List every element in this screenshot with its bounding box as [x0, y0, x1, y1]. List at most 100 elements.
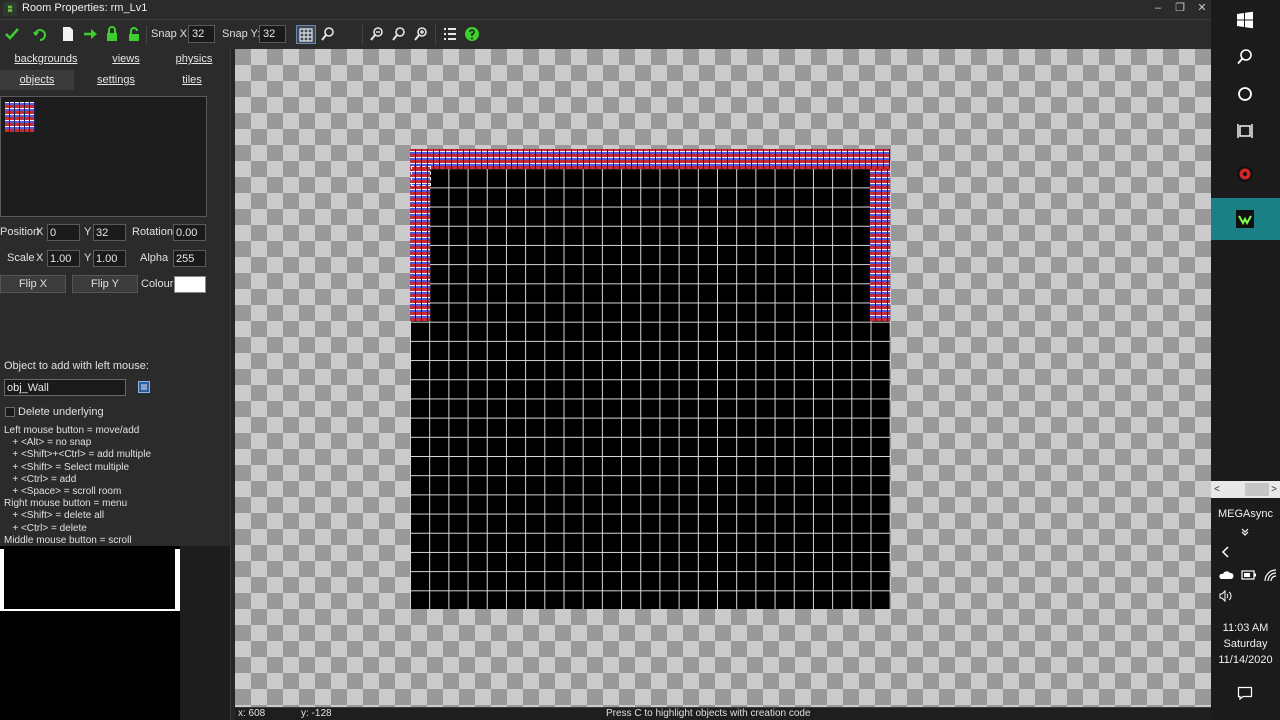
- zoom-reset-icon[interactable]: [391, 26, 407, 42]
- object-menu-icon[interactable]: [138, 381, 150, 393]
- scale-label: Scale: [7, 252, 35, 264]
- flip-y-button[interactable]: Flip Y: [72, 275, 138, 293]
- tray-scrollbar[interactable]: < >: [1211, 481, 1280, 498]
- chevron-down-icon[interactable]: [1239, 526, 1251, 538]
- scale-y-input[interactable]: [93, 250, 126, 267]
- snap-y-input[interactable]: [259, 25, 286, 43]
- status-bar: x: 608 y: -128 Press C to highlight obje…: [235, 707, 1211, 720]
- close-button[interactable]: ✕: [1192, 1, 1212, 16]
- help-line: Left mouse button = move/add: [4, 425, 140, 436]
- room-preview[interactable]: [0, 546, 230, 720]
- shift-room-icon[interactable]: [82, 26, 98, 42]
- flip-x-button[interactable]: Flip X: [0, 275, 66, 293]
- toolbar-separator: [435, 25, 436, 45]
- megasync-label[interactable]: MEGAsync: [1211, 508, 1280, 520]
- properties-panel: backgrounds views physics objects settin…: [0, 49, 230, 720]
- battery-icon[interactable]: [1241, 569, 1257, 581]
- help-line: + <Shift> = Select multiple: [4, 461, 130, 473]
- tab-objects[interactable]: objects: [0, 70, 74, 90]
- wifi-icon[interactable]: [1263, 568, 1277, 582]
- position-x-label: X: [36, 226, 44, 238]
- zoom-in-icon[interactable]: [413, 26, 429, 42]
- gamemaker-taskbar-icon[interactable]: [1211, 198, 1280, 240]
- wall-instance-right[interactable]: [870, 169, 890, 321]
- tab-backgrounds[interactable]: backgrounds: [4, 49, 88, 69]
- mouse-help-text: Left mouse button = move/add + <Alt> = n…: [4, 425, 228, 545]
- position-y-label: Y: [84, 226, 92, 238]
- colour-label: Colour: [141, 278, 174, 290]
- unlock-icon[interactable]: [126, 26, 142, 42]
- windows-taskbar: < > MEGAsync 11:03 AM Saturday 11/14/202…: [1211, 0, 1280, 720]
- tab-tiles[interactable]: tiles: [156, 70, 228, 90]
- position-y-input[interactable]: [93, 224, 126, 241]
- room-area[interactable]: [410, 149, 890, 609]
- lock-icon[interactable]: [104, 26, 120, 42]
- search-icon[interactable]: [1211, 37, 1280, 77]
- tray-scroll-right[interactable]: >: [1268, 481, 1280, 498]
- snap-x-label: Snap X:: [151, 28, 191, 40]
- window-title: Room Properties: rm_Lv1: [22, 2, 148, 14]
- scale-y-label: Y: [84, 252, 92, 264]
- toolbar-separator: [362, 25, 363, 45]
- mouse-x-readout: x: 608: [238, 708, 266, 719]
- scale-x-input[interactable]: [47, 250, 80, 267]
- app-red-icon[interactable]: [1211, 154, 1280, 194]
- undo-icon[interactable]: [32, 26, 48, 42]
- ok-checkmark-icon[interactable]: [4, 26, 20, 42]
- chevron-left-icon[interactable]: [1219, 545, 1233, 559]
- gm-logo-icon: ʬ: [3, 2, 17, 16]
- room-object-list[interactable]: [0, 96, 207, 217]
- onedrive-cloud-icon[interactable]: [1218, 569, 1234, 581]
- position-x-input[interactable]: [47, 224, 80, 241]
- toolbar: Snap X: Snap Y:: [0, 19, 1211, 49]
- tab-physics[interactable]: physics: [160, 49, 228, 69]
- title-bar: ʬ Room Properties: rm_Lv1 – ❐ ✕: [0, 0, 1211, 19]
- cortana-icon[interactable]: [1211, 74, 1280, 114]
- zoom-dropdown-icon[interactable]: [320, 26, 336, 42]
- help-line: + <Ctrl> = add: [4, 473, 77, 485]
- help-icon[interactable]: [464, 26, 480, 42]
- object-to-add-field[interactable]: [4, 379, 126, 396]
- action-center-icon[interactable]: [1237, 685, 1253, 701]
- wall-instance-left[interactable]: [410, 169, 430, 321]
- status-hint: Press C to highlight objects with creati…: [606, 708, 811, 719]
- wall-instance-top[interactable]: [410, 149, 890, 169]
- delete-underlying-label: Delete underlying: [18, 406, 104, 418]
- object-to-add-label: Object to add with left mouse:: [4, 360, 149, 372]
- wall-object-thumbnail[interactable]: [5, 102, 35, 132]
- tab-settings[interactable]: settings: [78, 70, 154, 90]
- tab-views[interactable]: views: [88, 49, 164, 69]
- zoom-out-icon[interactable]: [369, 26, 385, 42]
- restore-button[interactable]: ❐: [1170, 1, 1190, 16]
- preview-view-frame: [0, 549, 180, 611]
- help-line: + <Alt> = no snap: [4, 437, 92, 449]
- task-view-icon[interactable]: [1211, 111, 1280, 151]
- cursor-selection-marker: [411, 166, 431, 186]
- delete-underlying-checkbox[interactable]: [5, 407, 15, 417]
- help-line: Right mouse button = menu: [4, 498, 128, 510]
- position-label: Position: [0, 226, 40, 238]
- clear-room-icon[interactable]: [60, 26, 76, 42]
- help-line: + <Shift>+<Ctrl> = add multiple: [4, 449, 152, 461]
- tray-scroll-left[interactable]: <: [1211, 481, 1223, 498]
- preview-viewport: [0, 546, 180, 720]
- taskbar-clock[interactable]: 11:03 AM Saturday 11/14/2020: [1211, 620, 1280, 668]
- alpha-label: Alpha: [140, 252, 169, 264]
- alpha-input[interactable]: [173, 250, 206, 267]
- windows-start-icon[interactable]: [1211, 0, 1280, 40]
- clock-time: 11:03 AM: [1222, 622, 1269, 634]
- help-line: Middle mouse button = scroll: [4, 534, 132, 545]
- snap-x-input[interactable]: [188, 25, 215, 43]
- minimize-button[interactable]: –: [1148, 1, 1168, 16]
- room-canvas[interactable]: [235, 49, 1211, 707]
- colour-swatch[interactable]: [174, 276, 206, 293]
- volume-icon[interactable]: [1218, 589, 1232, 603]
- clock-date: 11/14/2020: [1218, 654, 1273, 666]
- rotation-label: Rotation: [132, 226, 173, 238]
- rotation-input[interactable]: [173, 224, 206, 241]
- tray-scroll-thumb[interactable]: [1245, 483, 1269, 496]
- list-icon[interactable]: [442, 26, 458, 42]
- help-line: + <Shift> = delete all: [4, 510, 105, 522]
- grid-toggle-icon[interactable]: [296, 25, 316, 44]
- clock-day: Saturday: [1223, 638, 1268, 650]
